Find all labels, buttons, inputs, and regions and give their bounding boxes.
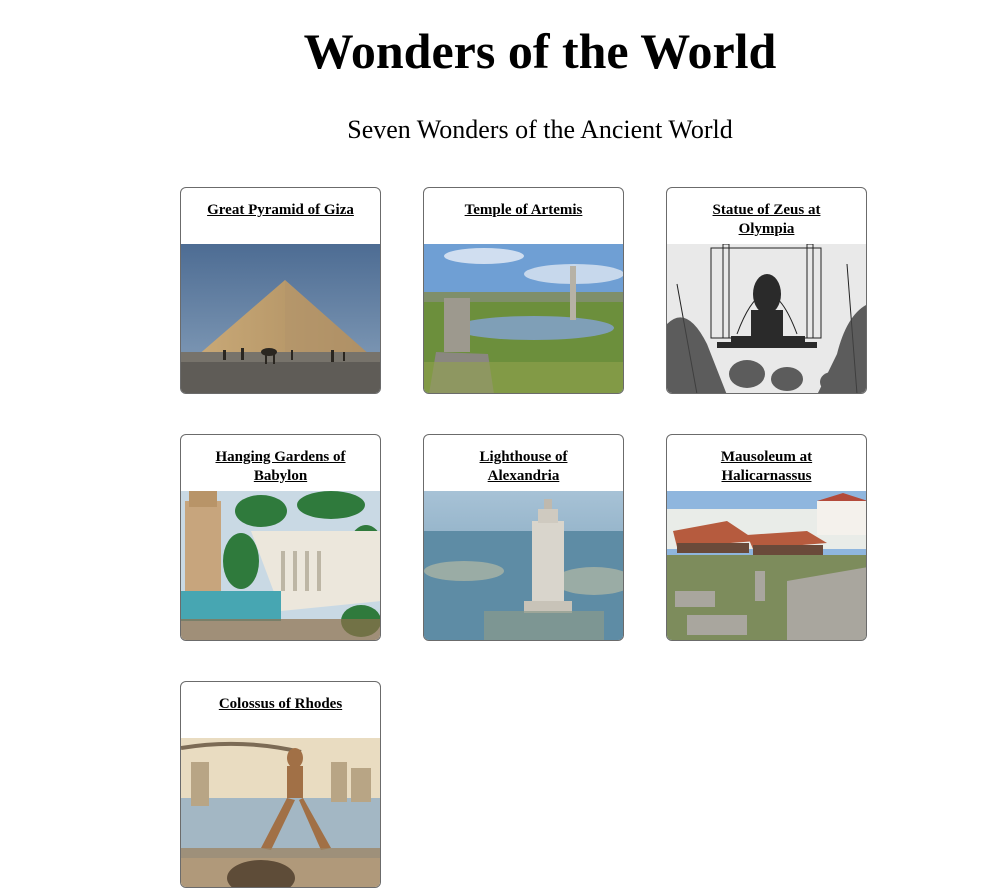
wonder-card: Statue of Zeus at Olympia [666,187,867,394]
page-title: Wonders of the World [303,23,777,79]
wonder-link[interactable]: Colossus of Rhodes [219,695,342,714]
wonder-link[interactable]: Statue of Zeus at Olympia [687,201,847,239]
wonder-card: Lighthouse of Alexandria [423,434,624,641]
wonder-link[interactable]: Great Pyramid of Giza [207,201,354,220]
zeus-image[interactable] [667,244,866,393]
wonder-card: Colossus of Rhodes [180,681,381,888]
temple-image[interactable] [424,244,623,393]
wonder-link[interactable]: Mausoleum at Halicarnassus [687,448,847,486]
card-header: Mausoleum at Halicarnassus [667,435,866,491]
wonder-card: Temple of Artemis [423,187,624,394]
card-header: Statue of Zeus at Olympia [667,188,866,244]
card-header: Temple of Artemis [424,188,623,244]
gardens-image[interactable] [181,491,380,640]
card-header: Great Pyramid of Giza [181,188,380,244]
colossus-image[interactable] [181,738,380,887]
wonder-card: Great Pyramid of Giza [180,187,381,394]
card-header: Colossus of Rhodes [181,682,380,738]
wonder-card: Hanging Gardens of Babylon [180,434,381,641]
card-header: Hanging Gardens of Babylon [181,435,380,491]
lighthouse-image[interactable] [424,491,623,640]
pyramid-image[interactable] [181,244,380,393]
mausoleum-image[interactable] [667,491,866,640]
wonder-link[interactable]: Lighthouse of Alexandria [444,448,604,486]
page-subtitle: Seven Wonders of the Ancient World [347,115,733,144]
wonder-link[interactable]: Temple of Artemis [465,201,583,220]
card-header: Lighthouse of Alexandria [424,435,623,491]
page: Wonders of the World Seven Wonders of th… [0,0,998,896]
wonder-card: Mausoleum at Halicarnassus [666,434,867,641]
wonder-link[interactable]: Hanging Gardens of Babylon [201,448,361,486]
